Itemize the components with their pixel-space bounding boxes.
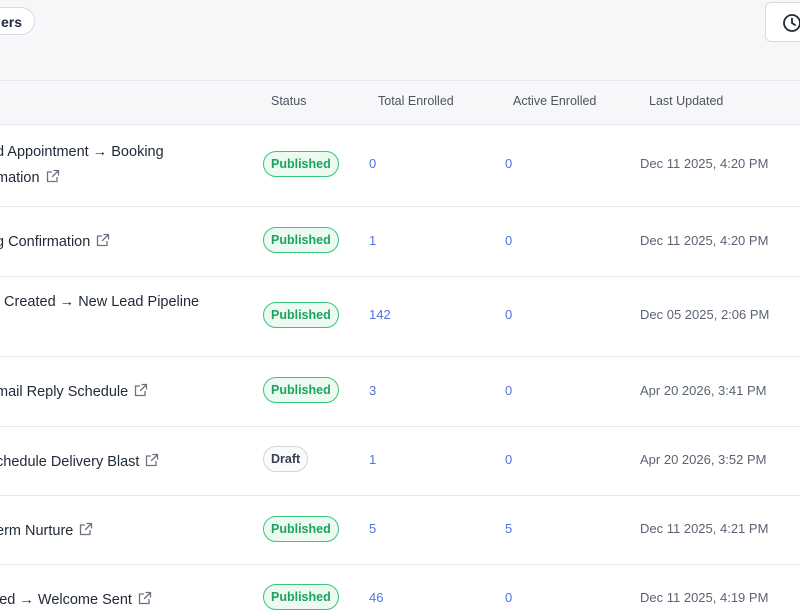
row-name-line1: chedule Delivery Blast [0, 454, 140, 470]
external-link-icon[interactable] [134, 380, 148, 406]
active-enrolled-link[interactable]: 0 [505, 233, 512, 248]
active-enrolled-link[interactable]: 0 [505, 383, 512, 398]
active-enrolled-link[interactable]: 0 [505, 156, 512, 171]
row-name-line1: g Confirmation [0, 234, 91, 250]
clock-icon [783, 14, 800, 32]
total-enrolled-link[interactable]: 1 [369, 452, 376, 467]
last-updated: Dec 11 2025, 4:20 PM [640, 156, 769, 171]
row-name[interactable]: chedule Delivery Blast [0, 449, 159, 476]
row-name-line2: mation [0, 170, 40, 186]
status-badge: Published [263, 227, 339, 253]
column-header-last-updated[interactable]: Last Updated [649, 81, 723, 122]
active-enrolled-link[interactable]: 5 [505, 521, 512, 536]
row-name[interactable]: mail Reply Schedule [0, 379, 148, 406]
table-header: Status Total Enrolled Active Enrolled La… [0, 81, 800, 125]
status-badge: Published [263, 584, 339, 610]
status-badge: Published [263, 516, 339, 542]
total-enrolled-link[interactable]: 142 [369, 307, 391, 322]
active-enrolled-link[interactable]: 0 [505, 307, 512, 322]
table-row[interactable]: mail Reply Schedule Published 3 0 Apr 20… [0, 357, 800, 427]
status-badge: Published [263, 302, 339, 328]
status-badge: Draft [263, 446, 309, 472]
total-enrolled-link[interactable]: 0 [369, 156, 376, 171]
row-name[interactable]: erm Nurture [0, 518, 93, 545]
table-row[interactable]: g Confirmation Published 1 0 Dec 11 2025… [0, 207, 800, 277]
total-enrolled-link[interactable]: 46 [369, 590, 383, 605]
last-updated: Dec 11 2025, 4:19 PM [640, 590, 769, 605]
last-updated: Apr 20 2026, 3:52 PM [640, 452, 767, 467]
table-row[interactable]: ied → Welcome Sent Published 46 0 Dec 11… [0, 565, 800, 610]
last-updated: Dec 11 2025, 4:20 PM [640, 233, 769, 248]
column-header-active-enrolled[interactable]: Active Enrolled [513, 81, 596, 122]
last-updated: Dec 05 2025, 2:06 PM [640, 307, 770, 322]
column-header-total-enrolled[interactable]: Total Enrolled [378, 81, 454, 122]
last-updated: Apr 20 2026, 3:41 PM [640, 383, 767, 398]
row-name-line1: t Created → New Lead Pipeline [0, 294, 200, 310]
top-toolbar: ers [0, 0, 800, 81]
active-enrolled-link[interactable]: 0 [505, 590, 512, 605]
filters-button[interactable]: ers [0, 7, 36, 35]
total-enrolled-link[interactable]: 1 [369, 233, 376, 248]
table-row[interactable]: chedule Delivery Blast Draft 1 0 Apr 20 … [0, 427, 800, 496]
external-link-icon[interactable] [96, 230, 110, 256]
total-enrolled-link[interactable]: 5 [369, 521, 376, 536]
status-badge: Published [263, 151, 339, 177]
history-button[interactable] [765, 2, 800, 42]
column-header-status[interactable]: Status [271, 81, 306, 122]
last-updated: Dec 11 2025, 4:21 PM [640, 521, 769, 536]
active-enrolled-link[interactable]: 0 [505, 452, 512, 467]
row-name-line1: erm Nurture [0, 523, 74, 539]
row-name-line1: mail Reply Schedule [0, 384, 129, 400]
row-name-line1: ied → Welcome Sent [0, 592, 132, 608]
external-link-icon[interactable] [138, 588, 152, 614]
table-row[interactable]: t Created → New Lead Pipeline Published … [0, 277, 800, 357]
row-name[interactable]: d Appointment → Booking mation [0, 139, 164, 192]
filters-button-label: ers [1, 14, 23, 30]
table-row[interactable]: erm Nurture Published 5 5 Dec 11 2025, 4… [0, 496, 800, 565]
row-name-line1: d Appointment → Booking [0, 144, 164, 160]
row-name[interactable]: g Confirmation [0, 229, 110, 256]
row-name[interactable]: t Created → New Lead Pipeline [0, 289, 199, 315]
external-link-icon[interactable] [145, 450, 159, 476]
status-badge: Published [263, 377, 339, 403]
total-enrolled-link[interactable]: 3 [369, 383, 376, 398]
table-row[interactable]: d Appointment → Booking mation Published… [0, 125, 800, 207]
external-link-icon[interactable] [46, 166, 60, 192]
external-link-icon[interactable] [79, 519, 93, 545]
